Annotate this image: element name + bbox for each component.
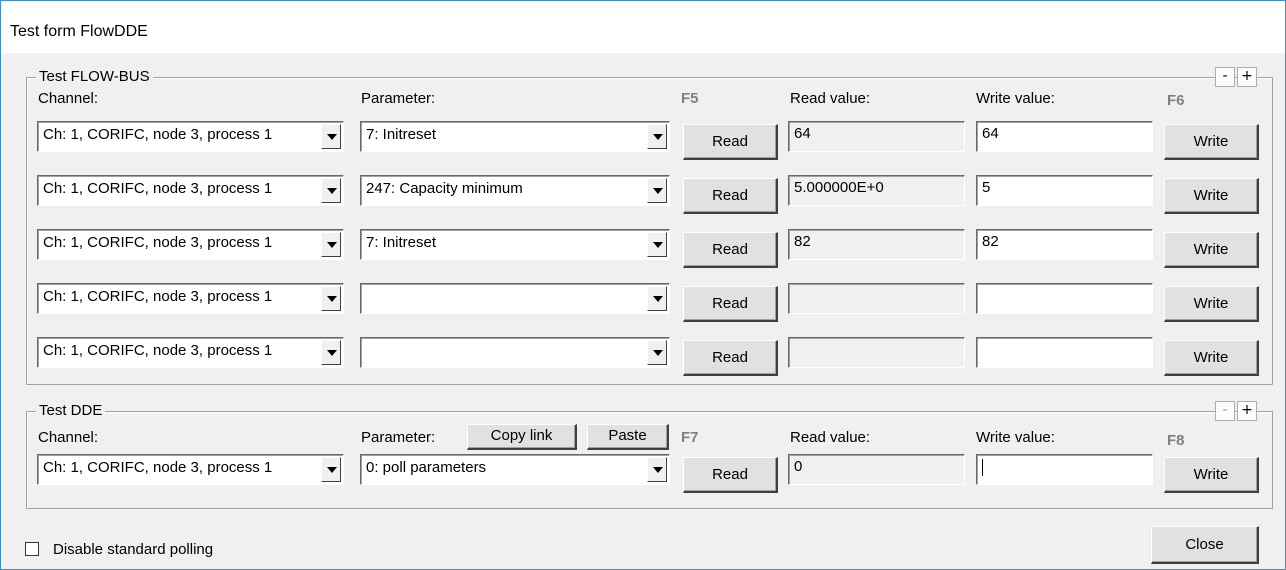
dde-write-value-label: Write value: xyxy=(976,429,1055,446)
chevron-down-icon[interactable] xyxy=(321,124,341,149)
channel-select[interactable]: Ch: 1, CORIFC, node 3, process 1 xyxy=(37,283,344,314)
dde-parameter-value: 0: poll parameters xyxy=(366,459,487,476)
flowbus-collapse-button[interactable]: - xyxy=(1215,67,1235,87)
read-value-field: 82 xyxy=(788,229,965,260)
write-button[interactable]: Write xyxy=(1164,178,1259,214)
parameter-select[interactable] xyxy=(360,337,670,368)
channel-select[interactable]: Ch: 1, CORIFC, node 3, process 1 xyxy=(37,175,344,206)
channel-value: Ch: 1, CORIFC, node 3, process 1 xyxy=(43,234,273,251)
dde-channel-value: Ch: 1, CORIFC, node 3, process 1 xyxy=(43,459,273,476)
parameter-value: 247: Capacity minimum xyxy=(366,180,523,197)
paste-button[interactable]: Paste xyxy=(587,424,669,450)
f7-hint: F7 xyxy=(681,429,699,446)
dde-collapse-button[interactable]: - xyxy=(1215,401,1235,421)
flowbus-channel-label: Channel: xyxy=(38,90,99,107)
write-button[interactable]: Write xyxy=(1164,232,1259,268)
parameter-select[interactable]: 7: Initreset xyxy=(360,121,670,152)
channel-value: Ch: 1, CORIFC, node 3, process 1 xyxy=(43,126,273,143)
read-button[interactable]: Read xyxy=(683,232,778,268)
channel-value: Ch: 1, CORIFC, node 3, process 1 xyxy=(43,342,273,359)
chevron-down-icon[interactable] xyxy=(647,286,667,311)
flowbus-expand-button[interactable]: + xyxy=(1237,67,1257,87)
read-button[interactable]: Read xyxy=(683,178,778,214)
dde-channel-select[interactable]: Ch: 1, CORIFC, node 3, process 1 xyxy=(37,454,344,485)
chevron-down-icon[interactable] xyxy=(321,457,341,482)
channel-select[interactable]: Ch: 1, CORIFC, node 3, process 1 xyxy=(37,337,344,368)
write-value-input[interactable]: 64 xyxy=(976,121,1153,152)
flowbus-write-value-label: Write value: xyxy=(976,90,1055,107)
dde-parameter-select[interactable]: 0: poll parameters xyxy=(360,454,670,485)
read-value-field: 5.000000E+0 xyxy=(788,175,965,206)
read-button[interactable]: Read xyxy=(683,340,778,376)
write-value-input[interactable] xyxy=(976,337,1153,368)
f8-hint: F8 xyxy=(1167,432,1185,449)
disable-polling-label[interactable]: Disable standard polling xyxy=(53,541,213,558)
parameter-select[interactable]: 247: Capacity minimum xyxy=(360,175,670,206)
parameter-value: 7: Initreset xyxy=(366,234,437,251)
read-value-field: 64 xyxy=(788,121,965,152)
disable-polling-checkbox[interactable] xyxy=(25,542,39,556)
write-value-input[interactable]: 82 xyxy=(976,229,1153,260)
text-caret xyxy=(982,459,983,476)
write-button[interactable]: Write xyxy=(1164,286,1259,322)
read-button[interactable]: Read xyxy=(683,124,778,160)
channel-value: Ch: 1, CORIFC, node 3, process 1 xyxy=(43,288,273,305)
dde-write-button[interactable]: Write xyxy=(1164,457,1259,493)
flowbus-group-label: Test FLOW-BUS xyxy=(36,68,153,85)
read-value-field xyxy=(788,283,965,314)
chevron-down-icon[interactable] xyxy=(647,457,667,482)
dde-channel-label: Channel: xyxy=(38,429,99,446)
dde-read-value-field: 0 xyxy=(788,454,965,485)
chevron-down-icon[interactable] xyxy=(321,178,341,203)
close-button[interactable]: Close xyxy=(1151,526,1259,564)
write-button[interactable]: Write xyxy=(1164,124,1259,160)
window-title: Test form FlowDDE xyxy=(10,23,148,40)
channel-select[interactable]: Ch: 1, CORIFC, node 3, process 1 xyxy=(37,121,344,152)
chevron-down-icon[interactable] xyxy=(647,340,667,365)
chevron-down-icon[interactable] xyxy=(321,340,341,365)
dde-read-value-label: Read value: xyxy=(790,429,871,446)
read-button[interactable]: Read xyxy=(683,286,778,322)
flowbus-read-value-label: Read value: xyxy=(790,90,871,107)
chevron-down-icon[interactable] xyxy=(647,232,667,257)
channel-select[interactable]: Ch: 1, CORIFC, node 3, process 1 xyxy=(37,229,344,260)
write-button[interactable]: Write xyxy=(1164,340,1259,376)
f6-hint: F6 xyxy=(1167,92,1185,109)
parameter-select[interactable]: 7: Initreset xyxy=(360,229,670,260)
write-value-input[interactable]: 5 xyxy=(976,175,1153,206)
read-value-field xyxy=(788,337,965,368)
dde-read-button[interactable]: Read xyxy=(683,457,778,493)
chevron-down-icon[interactable] xyxy=(321,286,341,311)
channel-value: Ch: 1, CORIFC, node 3, process 1 xyxy=(43,180,273,197)
write-value-input[interactable] xyxy=(976,283,1153,314)
dde-parameter-label: Parameter: xyxy=(361,429,436,446)
title-bar: Test form FlowDDE xyxy=(1,1,1285,53)
chevron-down-icon[interactable] xyxy=(647,124,667,149)
flowbus-parameter-label: Parameter: xyxy=(361,90,436,107)
dde-group-label: Test DDE xyxy=(36,402,106,419)
f5-hint: F5 xyxy=(681,90,699,107)
dde-expand-button[interactable]: + xyxy=(1237,401,1257,421)
copy-link-button[interactable]: Copy link xyxy=(467,424,577,450)
chevron-down-icon[interactable] xyxy=(647,178,667,203)
parameter-select[interactable] xyxy=(360,283,670,314)
test-form-window: Test form FlowDDE Test FLOW-BUS - + Chan… xyxy=(0,0,1286,570)
chevron-down-icon[interactable] xyxy=(321,232,341,257)
dde-write-value-input[interactable] xyxy=(976,454,1153,485)
parameter-value: 7: Initreset xyxy=(366,126,437,143)
